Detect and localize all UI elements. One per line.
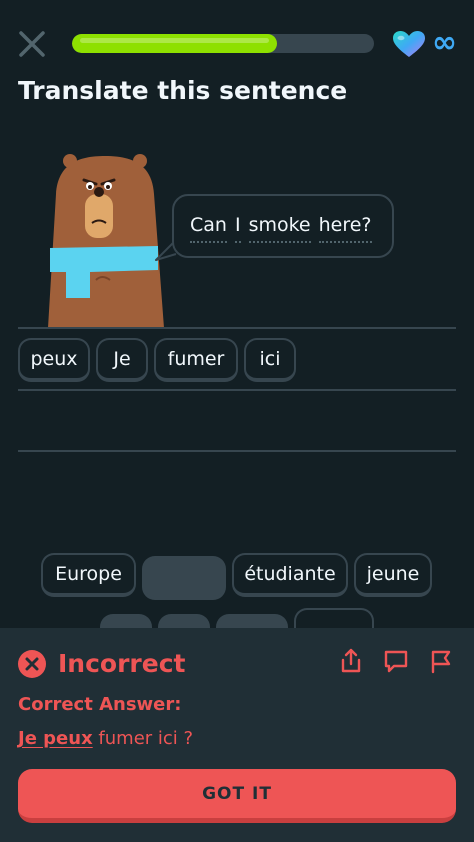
bear-character-illustration — [48, 154, 164, 328]
word-bank-slot-empty — [142, 556, 226, 600]
word-bank-tile[interactable]: étudiante — [232, 553, 348, 597]
share-icon[interactable] — [338, 648, 364, 674]
answer-tile[interactable]: ici — [244, 338, 296, 382]
answer-line — [18, 327, 456, 329]
report-flag-icon[interactable] — [428, 648, 454, 674]
correct-answer-text: Je peux fumer ici ? — [18, 728, 193, 749]
answer-line — [18, 389, 456, 391]
answer-line — [18, 450, 456, 452]
prompt-word[interactable]: I — [234, 214, 241, 243]
page-title: Translate this sentence — [18, 76, 348, 105]
progress-fill — [72, 34, 278, 53]
close-icon[interactable] — [16, 28, 48, 60]
prompt-sentence: Can I smoke here? — [190, 214, 372, 243]
lesson-progress-bar — [72, 34, 374, 53]
word-bank-tile[interactable]: jeune — [354, 553, 432, 597]
got-it-button[interactable]: GOT IT — [18, 769, 456, 823]
infinite-hearts-label: ∞ — [432, 25, 457, 60]
answer-tile[interactable]: peux — [18, 338, 90, 382]
correct-answer-rest: fumer ici ? — [92, 728, 194, 749]
incorrect-x-icon — [18, 650, 46, 678]
prompt-word[interactable]: smoke — [248, 214, 311, 243]
heart-icon[interactable] — [392, 30, 426, 58]
answer-tile[interactable]: fumer — [154, 338, 238, 382]
correct-answer-highlight: Je peux — [18, 728, 93, 749]
speech-bubble: Can I smoke here? — [172, 194, 394, 258]
correct-answer-label: Correct Answer: — [18, 694, 182, 715]
feedback-status: Incorrect — [58, 649, 186, 678]
word-bank-tile[interactable]: Europe — [41, 553, 136, 597]
prompt-word[interactable]: here? — [318, 214, 372, 243]
prompt-word[interactable]: Can — [190, 214, 227, 243]
comment-icon[interactable] — [383, 648, 409, 674]
answer-tile[interactable]: Je — [96, 338, 148, 382]
